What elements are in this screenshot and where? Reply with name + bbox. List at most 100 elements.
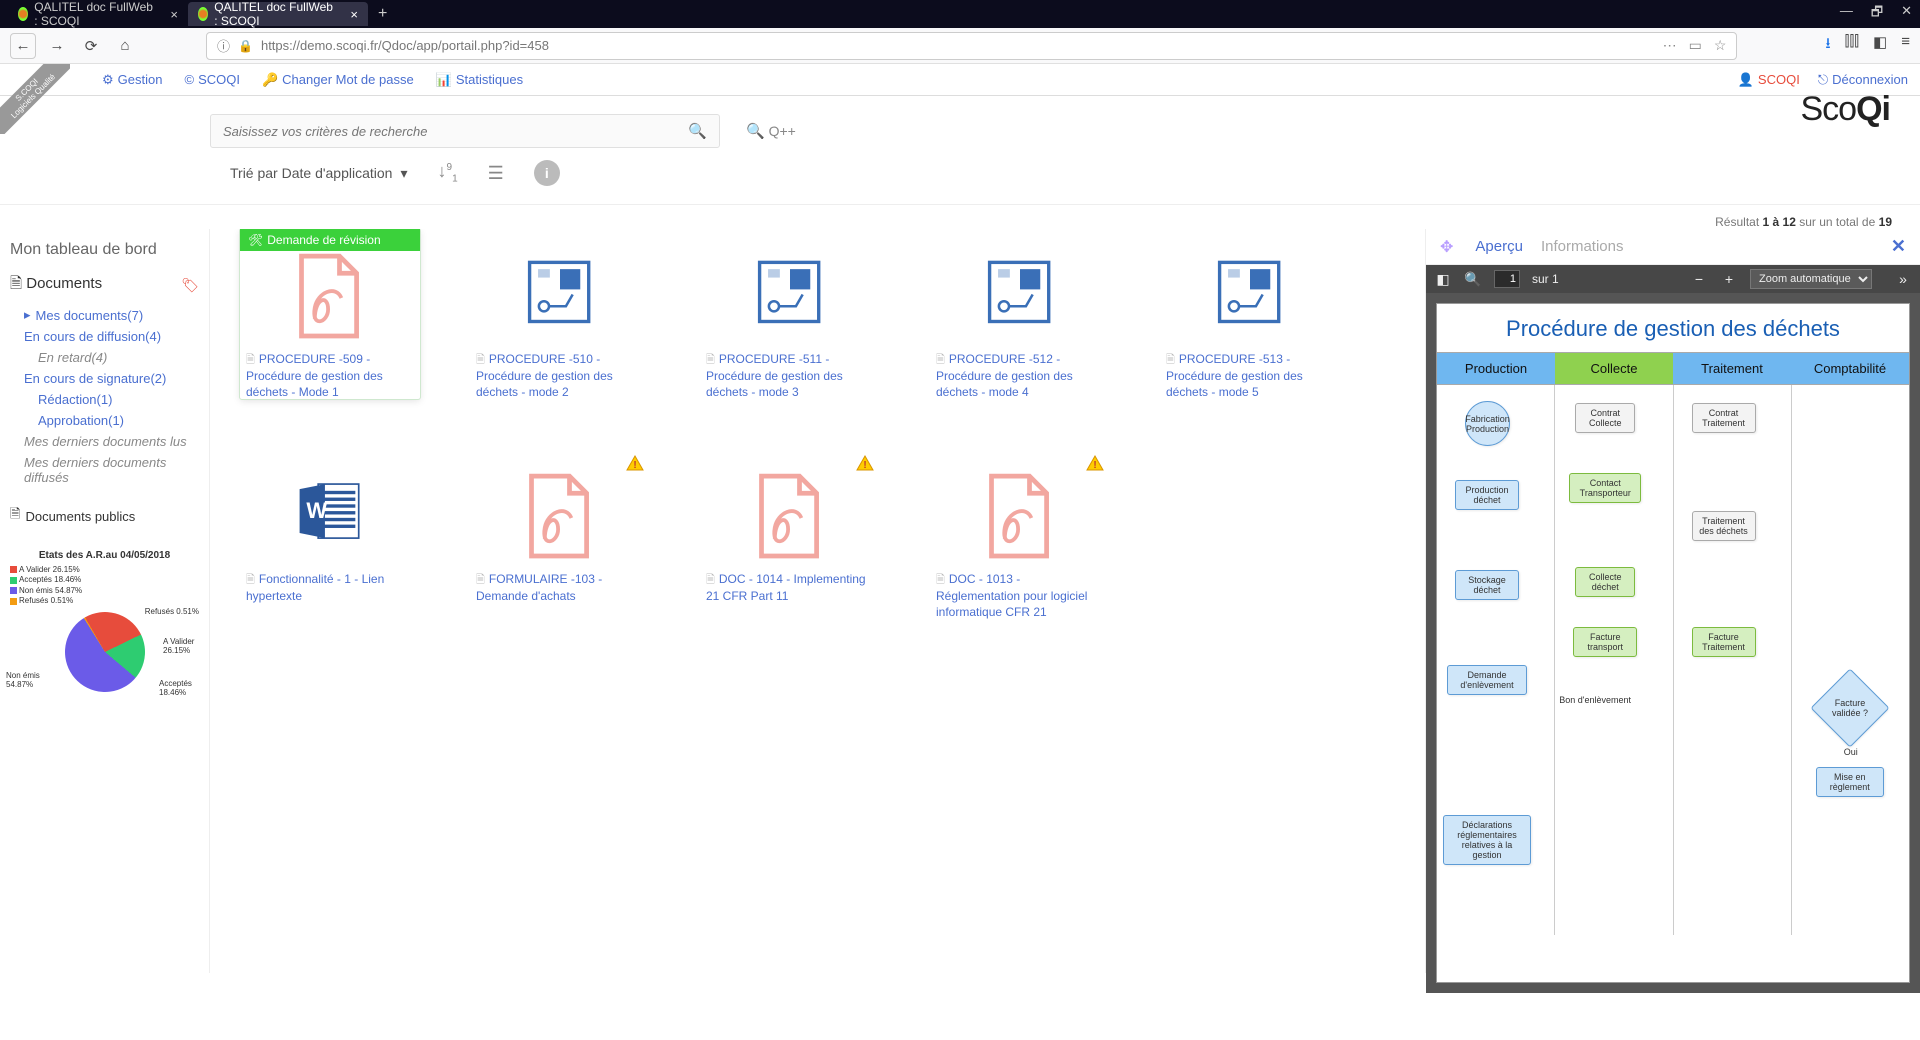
document-title: 🗎PROCEDURE -513 - Procédure de gestion d… — [1160, 347, 1340, 400]
doc-icon: 🗎 — [10, 275, 22, 292]
info-icon[interactable]: ⓘ — [217, 36, 230, 55]
view-list-button[interactable]: ☰ — [488, 163, 504, 184]
visio-file-icon — [700, 247, 880, 347]
flow-node: Contact Transporteur — [1569, 473, 1641, 503]
sort-order-button[interactable]: ↓91 — [438, 161, 458, 185]
menu-change-password[interactable]: 🔑Changer Mot de passe — [262, 72, 414, 88]
expand-icon[interactable]: » — [1894, 271, 1912, 287]
window-controls: — 🗗 ✕ — [1840, 3, 1912, 25]
document-card[interactable]: 🗎FORMULAIRE -103 - Demande d'achats — [470, 449, 650, 619]
flow-node: Facture transport — [1573, 627, 1637, 657]
downloads-icon[interactable]: ⭳ — [1825, 33, 1830, 58]
tag-icon[interactable]: 🏷 — [181, 277, 199, 294]
document-card[interactable]: 🗎PROCEDURE -510 - Procédure de gestion d… — [470, 229, 650, 399]
doc-icon: 🗎 — [246, 574, 255, 586]
pie-chart: Etats des A.R.au 04/05/2018 A Valider 26… — [10, 550, 199, 697]
doc-icon: 🗎 — [246, 354, 255, 366]
preview-tabs: ✥ Aperçu Informations ✕ — [1426, 229, 1920, 265]
logout-link[interactable]: ⎋Déconnexion — [1818, 72, 1908, 88]
move-handle-icon[interactable]: ✥ — [1440, 237, 1453, 257]
home-button[interactable]: ⌂ — [112, 33, 138, 59]
back-button[interactable]: ← — [10, 33, 36, 59]
tree-derniers-diffuses[interactable]: Mes derniers documents diffusés — [10, 452, 199, 488]
library-icon[interactable]: ⫿⫿⫿ — [1845, 33, 1859, 58]
tree-root-documents[interactable]: 🗎 Documents 🏷 — [10, 273, 199, 298]
flow-node: Contrat Collecte — [1575, 403, 1635, 433]
flowchart-body: Fabrication Production Production déchet… — [1437, 385, 1909, 935]
result-summary: Résultat 1 à 12 sur un total de 19 — [0, 204, 1920, 229]
browser-toolbar: ← → ⟳ ⌂ ⓘ 🔒 https://demo.scoqi.fr/Qdoc/a… — [0, 28, 1920, 64]
document-card[interactable]: 🗎PROCEDURE -513 - Procédure de gestion d… — [1160, 229, 1340, 399]
browser-tab-1[interactable]: QALITEL doc FullWeb : SCOQI × — [188, 2, 368, 26]
pdf-search-icon[interactable]: 🔍 — [1464, 271, 1482, 288]
document-card[interactable]: 🗎DOC - 1013 - Réglementation pour logici… — [930, 449, 1110, 619]
flow-node: Déclarations réglementaires relatives à … — [1443, 815, 1531, 865]
preview-doc-title: Procédure de gestion des déchets — [1437, 316, 1909, 342]
key-icon: 🔑 — [262, 72, 278, 88]
doc-icon: 🗎 — [936, 354, 945, 366]
document-title: 🗎PROCEDURE -510 - Procédure de gestion d… — [470, 347, 650, 400]
document-card[interactable]: 🗎Fonctionnalité - 1 - Lien hypertexte — [240, 449, 420, 619]
chevron-down-icon: ▾ — [400, 165, 407, 182]
page-of-label: sur 1 — [1532, 272, 1559, 286]
close-preview-icon[interactable]: ✕ — [1891, 236, 1906, 257]
search-icon[interactable]: 🔍 — [688, 122, 707, 140]
document-title: 🗎PROCEDURE -511 - Procédure de gestion d… — [700, 347, 880, 400]
menu-scoqi[interactable]: ©SCOQI — [184, 72, 240, 88]
browser-tab-0[interactable]: QALITEL doc FullWeb : SCOQI × — [8, 2, 188, 26]
tree-redaction[interactable]: Rédaction(1) — [10, 389, 199, 410]
tree-en-retard[interactable]: En retard(4) — [10, 347, 199, 368]
zoom-out-icon[interactable]: − — [1690, 271, 1708, 287]
pdf-toolbar: ◧ 🔍 sur 1 − + Zoom automatique » — [1426, 265, 1920, 293]
sidebar-icon[interactable]: ◧ — [1873, 33, 1887, 58]
doc-icon: 🗎 — [706, 354, 715, 366]
document-card[interactable]: 🗎PROCEDURE -511 - Procédure de gestion d… — [700, 229, 880, 399]
tab-title: QALITEL doc FullWeb : SCOQI — [214, 0, 336, 28]
menu-icon[interactable]: ≡ — [1901, 33, 1910, 58]
zoom-select[interactable]: Zoom automatique — [1750, 269, 1872, 289]
logout-icon: ⎋ — [1818, 72, 1828, 88]
minimize-icon[interactable]: — — [1840, 3, 1853, 25]
tree-en-diffusion[interactable]: En cours de diffusion(4) — [10, 326, 199, 347]
tree-approbation[interactable]: Approbation(1) — [10, 410, 199, 431]
user-link[interactable]: 👤SCOQI — [1738, 72, 1800, 88]
close-tab-icon[interactable]: × — [350, 7, 358, 22]
doc-icon: 🗎 — [10, 505, 20, 527]
doc-icon: 🗎 — [936, 574, 945, 586]
reader-icon[interactable]: ▭ — [1689, 37, 1702, 54]
document-card[interactable]: 🗎PROCEDURE -512 - Procédure de gestion d… — [930, 229, 1110, 399]
close-tab-icon[interactable]: × — [170, 7, 178, 22]
search-box[interactable]: 🔍 — [210, 114, 720, 148]
sidebar-toggle-icon[interactable]: ◧ — [1434, 271, 1452, 288]
tree-en-signature[interactable]: En cours de signature(2) — [10, 368, 199, 389]
tree-derniers-lus[interactable]: Mes derniers documents lus — [10, 431, 199, 452]
new-tab-button[interactable]: + — [378, 5, 387, 23]
page-input[interactable] — [1494, 270, 1520, 288]
tree-publics[interactable]: 🗎 Documents publics — [10, 502, 199, 530]
menu-statistics[interactable]: 📊Statistiques — [436, 72, 523, 88]
flow-node: Facture Traitement — [1692, 627, 1756, 657]
maximize-icon[interactable]: 🗗 — [1871, 3, 1883, 25]
lane-production: Production — [1437, 353, 1555, 384]
document-card[interactable]: 🛠 Demande de révision🗎PROCEDURE -509 - P… — [240, 229, 420, 399]
zoom-in-icon[interactable]: + — [1720, 271, 1738, 287]
tree-mes-documents[interactable]: ▸ Mes documents(7) — [10, 304, 199, 326]
visio-file-icon — [930, 247, 1110, 347]
advanced-search-button[interactable]: 🔍 Q++ — [740, 122, 802, 140]
pdf-viewport[interactable]: Procédure de gestion des déchets Product… — [1426, 293, 1920, 993]
forward-button[interactable]: → — [44, 33, 70, 59]
menu-gestion[interactable]: ⚙Gestion — [102, 72, 162, 88]
url-bar[interactable]: ⓘ 🔒 https://demo.scoqi.fr/Qdoc/app/porta… — [206, 32, 1737, 60]
tab-informations[interactable]: Informations — [1541, 238, 1624, 255]
reload-button[interactable]: ⟳ — [78, 33, 104, 59]
bookmark-star-icon[interactable]: ☆ — [1714, 37, 1727, 54]
info-button[interactable]: i — [534, 160, 560, 186]
copyright-icon: © — [184, 72, 194, 87]
search-input[interactable] — [223, 124, 688, 139]
close-window-icon[interactable]: ✕ — [1901, 3, 1912, 25]
document-card[interactable]: 🗎DOC - 1014 - Implementing 21 CFR Part 1… — [700, 449, 880, 619]
sort-dropdown[interactable]: Trié par Date d'application ▾ — [230, 165, 408, 182]
favicon-icon — [18, 7, 28, 21]
tab-apercu[interactable]: Aperçu — [1475, 238, 1523, 255]
more-actions-icon[interactable]: ⋯ — [1663, 37, 1677, 54]
